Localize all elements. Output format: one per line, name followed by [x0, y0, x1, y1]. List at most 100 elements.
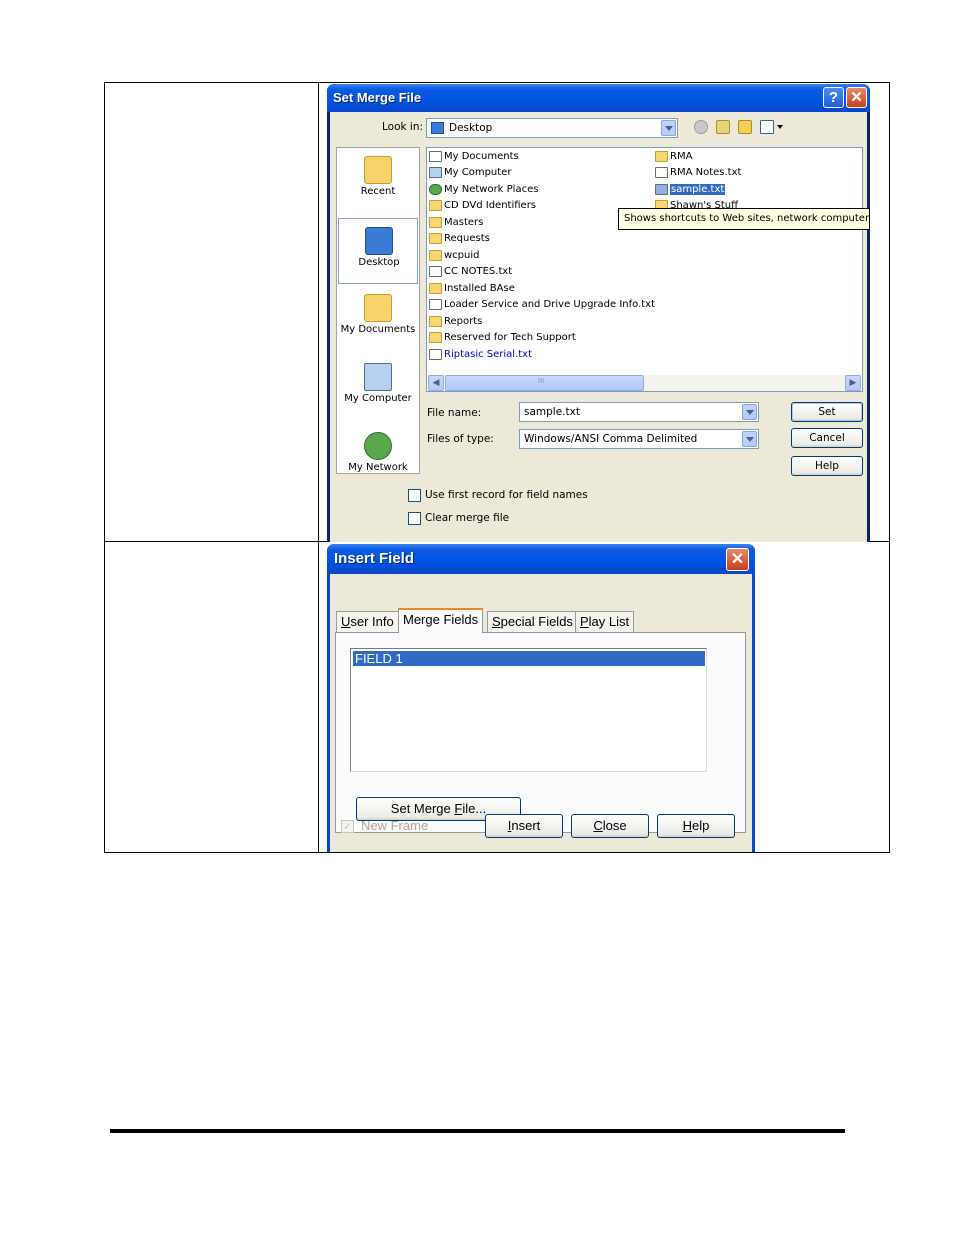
files-of-type-select[interactable]: Windows/ANSI Comma Delimited: [519, 429, 759, 449]
my-computer-icon: [429, 166, 442, 178]
help-button[interactable]: Help: [657, 814, 735, 838]
new-folder-icon[interactable]: [738, 120, 752, 134]
file-name: sample.txt: [670, 184, 726, 195]
tab-user-info[interactable]: User Info: [336, 611, 399, 633]
chevron-down-icon[interactable]: [661, 120, 676, 136]
file-name-field[interactable]: sample.txt: [519, 402, 759, 422]
chevron-down-icon[interactable]: [742, 404, 757, 420]
scroll-left-arrow-icon[interactable]: ◀: [428, 375, 444, 391]
set-button[interactable]: Set: [791, 402, 863, 422]
back-arrow-icon[interactable]: [694, 120, 708, 134]
use-first-record-checkbox[interactable]: [408, 489, 421, 502]
button-mnemonic: C: [593, 818, 603, 833]
place-label: My Computer: [344, 393, 412, 404]
close-button[interactable]: ✕: [726, 548, 749, 571]
place-my-documents[interactable]: My Documents: [338, 286, 418, 352]
clear-merge-file-label: Clear merge file: [425, 512, 510, 524]
up-folder-icon[interactable]: [716, 120, 730, 134]
folder-icon: [429, 216, 442, 228]
button-label: lose: [602, 818, 627, 833]
list-item[interactable]: Loader Service and Drive Upgrade Info.tx…: [429, 298, 655, 312]
horizontal-scrollbar[interactable]: ◀ III ▶: [428, 375, 861, 391]
thumb-grip: III: [538, 377, 545, 385]
list-item[interactable]: Masters: [429, 216, 483, 230]
set-merge-file-dialog: Set Merge File ? ✕ Look in: Desktop Rece…: [327, 84, 870, 542]
new-frame-checkbox[interactable]: ✓: [341, 820, 354, 833]
files-of-type-value: Windows/ANSI Comma Delimited: [524, 433, 698, 445]
place-my-network[interactable]: My Network: [338, 424, 418, 490]
file-name: CD DVd Identifiers: [444, 200, 537, 211]
text-file-icon: [429, 298, 442, 310]
list-item[interactable]: CD DVd Identifiers: [429, 199, 536, 213]
file-name: Riptasic Serial.txt: [444, 349, 533, 360]
insert-field-dialog: Insert Field ✕ User Info Merge Fields Sp…: [327, 544, 755, 852]
list-item[interactable]: Reports: [429, 315, 482, 329]
list-item[interactable]: Requests: [429, 232, 490, 246]
file-name: RMA Notes.txt: [670, 167, 742, 178]
my-documents-icon: [364, 294, 392, 322]
scroll-thumb[interactable]: III: [445, 375, 644, 391]
file-name: My Documents: [444, 151, 519, 162]
place-my-computer[interactable]: My Computer: [338, 355, 418, 421]
button-label: Set Merge: [390, 801, 455, 816]
files-of-type-label: Files of type:: [427, 433, 494, 445]
list-item[interactable]: Reserved for Tech Support: [429, 331, 576, 345]
clear-merge-file-checkbox[interactable]: [408, 512, 421, 525]
close-dialog-button[interactable]: Close: [571, 814, 649, 838]
help-button[interactable]: Help: [791, 456, 863, 476]
tooltip: Shows shortcuts to Web sites, network co…: [618, 208, 870, 230]
folder-shortcut-icon: [429, 331, 442, 343]
look-in-combobox[interactable]: Desktop: [426, 118, 678, 138]
file-list[interactable]: My Documents My Computer My Network Plac…: [426, 147, 863, 392]
list-item[interactable]: My Computer: [429, 166, 511, 180]
list-item[interactable]: wcpuid: [429, 249, 480, 263]
text-file-icon: [655, 183, 668, 195]
file-name: My Computer: [444, 167, 512, 178]
title-bar[interactable]: Set Merge File ? ✕: [327, 84, 870, 112]
use-first-record-label: Use first record for field names: [425, 489, 588, 501]
list-item[interactable]: RMA Notes.txt: [655, 166, 741, 180]
file-name-label: File name:: [427, 407, 482, 419]
file-name: Requests: [444, 233, 490, 244]
place-desktop[interactable]: Desktop: [338, 218, 418, 284]
view-dropdown-arrow-icon[interactable]: [777, 125, 783, 129]
file-name-value: sample.txt: [524, 406, 580, 418]
tab-merge-fields[interactable]: Merge Fields: [398, 608, 484, 633]
text-file-icon: [655, 166, 668, 178]
scroll-right-arrow-icon[interactable]: ▶: [845, 375, 861, 391]
file-name: Reserved for Tech Support: [444, 332, 576, 343]
button-label: elp: [692, 818, 710, 833]
file-name: Reports: [444, 316, 483, 327]
help-question-button[interactable]: ?: [823, 87, 844, 108]
button-label: ile...: [462, 801, 487, 816]
place-label: My Network: [348, 462, 408, 473]
place-label: Recent: [360, 186, 396, 197]
view-menu-icon[interactable]: [760, 120, 774, 134]
footer-rule: [110, 1129, 845, 1133]
chevron-down-icon[interactable]: [742, 431, 757, 447]
file-name: Installed BAse: [444, 283, 515, 294]
tab-special-fields[interactable]: Special Fields: [487, 611, 578, 633]
cancel-button[interactable]: Cancel: [791, 428, 863, 448]
list-item[interactable]: Riptasic Serial.txt: [429, 348, 532, 362]
title-bar[interactable]: Insert Field ✕: [327, 544, 755, 574]
list-item[interactable]: My Documents: [429, 150, 519, 164]
file-name: My Network Places: [444, 184, 539, 195]
list-item-selected[interactable]: FIELD 1: [353, 651, 705, 666]
place-label: Desktop: [358, 257, 400, 268]
tab-mnemonic: S: [492, 614, 501, 629]
close-button[interactable]: ✕: [846, 87, 867, 108]
tab-label: lay List: [588, 614, 630, 629]
place-recent[interactable]: Recent: [338, 148, 418, 214]
list-item[interactable]: CC NOTES.txt: [429, 265, 512, 279]
tab-label: ser Info: [350, 614, 394, 629]
tab-mnemonic: P: [580, 614, 589, 629]
list-item[interactable]: Installed BAse: [429, 282, 515, 296]
file-name: RMA: [670, 151, 693, 162]
merge-fields-list[interactable]: FIELD 1: [350, 648, 707, 772]
list-item-selected[interactable]: sample.txt: [655, 183, 726, 197]
list-item[interactable]: My Network Places: [429, 183, 538, 197]
list-item[interactable]: RMA: [655, 150, 692, 164]
tab-play-list[interactable]: Play List: [575, 611, 635, 633]
insert-button[interactable]: Insert: [485, 814, 563, 838]
